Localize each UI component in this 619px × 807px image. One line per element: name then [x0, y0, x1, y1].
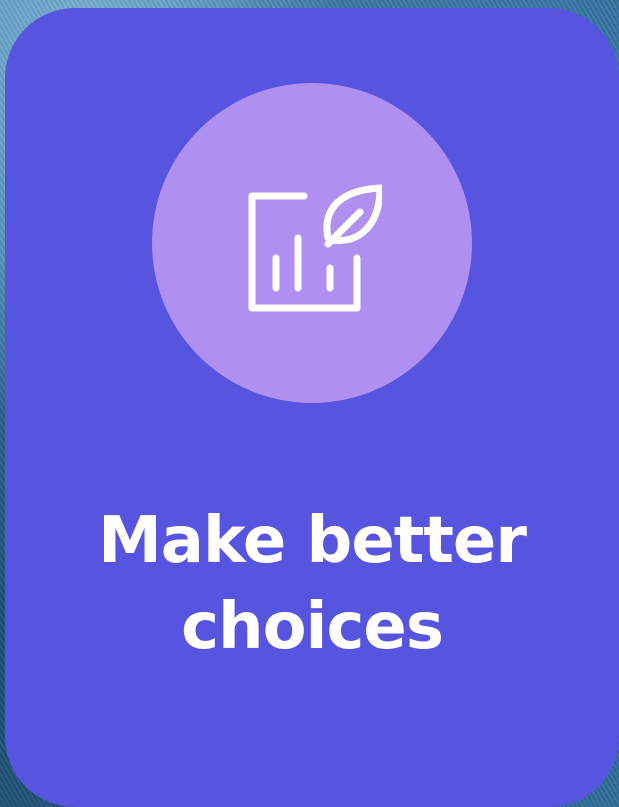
icon-circle [152, 83, 472, 403]
headline: Make better choices [5, 498, 619, 670]
headline-line-2: choices [181, 590, 444, 664]
feature-card: Make better choices [5, 8, 619, 807]
headline-line-1: Make better [98, 504, 527, 578]
chart-leaf-icon [248, 184, 382, 312]
